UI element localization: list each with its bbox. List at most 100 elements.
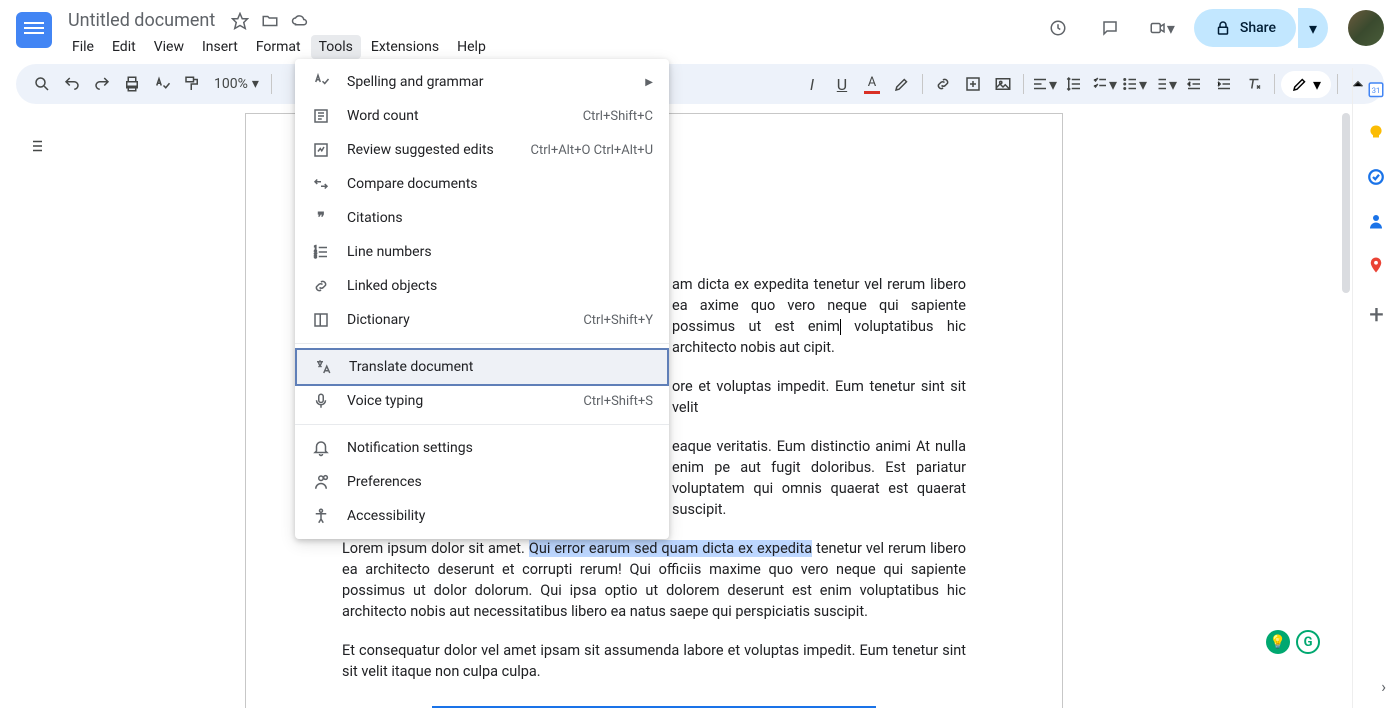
grammarly-suggest-icon[interactable]: 💡 <box>1266 630 1290 654</box>
print-icon[interactable] <box>118 70 146 98</box>
spellcheck-icon <box>311 72 331 92</box>
underline-icon[interactable]: U <box>828 70 856 98</box>
insert-link-icon[interactable] <box>929 70 957 98</box>
menu-shortcut: Ctrl+Shift+S <box>583 394 653 409</box>
tools-line-numbers[interactable]: 123 Line numbers <box>295 235 669 269</box>
mic-icon <box>311 391 331 411</box>
tools-accessibility[interactable]: Accessibility <box>295 499 669 533</box>
history-icon[interactable] <box>1038 8 1078 48</box>
lock-icon <box>1214 19 1232 37</box>
menu-tools[interactable]: Tools <box>311 35 361 59</box>
menu-view[interactable]: View <box>146 35 192 59</box>
scrollbar-thumb[interactable] <box>1342 113 1350 293</box>
line-spacing-icon[interactable] <box>1060 70 1088 98</box>
menu-insert[interactable]: Insert <box>194 35 246 59</box>
cloud-status-icon[interactable] <box>291 12 309 30</box>
menu-shortcut: Ctrl+Shift+Y <box>583 313 653 328</box>
preferences-icon <box>311 472 331 492</box>
outline-toggle-icon[interactable] <box>18 128 54 164</box>
text-color-icon[interactable]: A <box>858 70 886 98</box>
add-comment-icon[interactable] <box>959 70 987 98</box>
menu-label: Translate document <box>349 359 651 375</box>
spellcheck-icon[interactable] <box>148 70 176 98</box>
doc-text[interactable]: Lorem ipsum dolor sit amet. <box>342 540 529 557</box>
menu-help[interactable]: Help <box>449 35 494 59</box>
submenu-chevron-icon: ▶ <box>645 77 653 88</box>
align-icon[interactable]: ▾ <box>1030 70 1058 98</box>
redo-icon[interactable] <box>88 70 116 98</box>
doc-text[interactable]: Et consequatur dolor vel amet ipsam sit … <box>342 640 966 682</box>
app-header: Untitled document File Edit View Insert … <box>0 0 1400 64</box>
checklist-icon[interactable]: ▾ <box>1090 70 1118 98</box>
linenumbers-icon: 123 <box>311 242 331 262</box>
meet-icon[interactable]: ▾ <box>1142 8 1182 48</box>
menu-shortcut: Ctrl+Alt+O Ctrl+Alt+U <box>531 143 653 158</box>
translate-icon <box>313 357 333 377</box>
editing-mode-button[interactable]: ▾ <box>1281 71 1331 98</box>
header-mid: Untitled document File Edit View Insert … <box>64 8 1038 59</box>
menu-label: Compare documents <box>347 176 653 192</box>
keep-app-icon[interactable] <box>1367 124 1387 144</box>
search-icon[interactable] <box>28 70 56 98</box>
docs-logo-icon[interactable] <box>16 12 52 48</box>
citations-icon: ❞ <box>311 208 331 228</box>
tools-preferences[interactable]: Preferences <box>295 465 669 499</box>
bell-icon <box>311 438 331 458</box>
move-icon[interactable] <box>261 12 279 30</box>
paint-format-icon[interactable] <box>178 70 206 98</box>
tools-citations[interactable]: ❞ Citations <box>295 201 669 235</box>
document-title[interactable]: Untitled document <box>64 8 219 33</box>
menu-label: Citations <box>347 210 653 226</box>
indent-decrease-icon[interactable] <box>1180 70 1208 98</box>
tools-translate[interactable]: Translate document <box>295 348 669 386</box>
menu-format[interactable]: Format <box>248 35 309 59</box>
get-addons-icon[interactable]: + <box>1369 300 1384 330</box>
italic-icon[interactable]: I <box>798 70 826 98</box>
menu-separator <box>295 424 669 425</box>
tools-voice-typing[interactable]: Voice typing Ctrl+Shift+S <box>295 384 669 418</box>
star-icon[interactable] <box>231 12 249 30</box>
user-avatar[interactable] <box>1348 10 1384 46</box>
share-button[interactable]: Share <box>1194 9 1296 47</box>
vertical-scrollbar[interactable] <box>1340 113 1352 293</box>
tools-review-edits[interactable]: Review suggested edits Ctrl+Alt+O Ctrl+A… <box>295 133 669 167</box>
dictionary-icon <box>311 310 331 330</box>
grammarly-icon[interactable]: G <box>1296 630 1320 654</box>
menu-edit[interactable]: Edit <box>104 35 144 59</box>
maps-app-icon[interactable] <box>1367 256 1387 276</box>
comment-icon[interactable] <box>1090 8 1130 48</box>
numbered-list-icon[interactable]: ▾ <box>1150 70 1178 98</box>
menu-file[interactable]: File <box>64 35 102 59</box>
clear-format-icon[interactable] <box>1240 70 1268 98</box>
highlight-icon[interactable] <box>888 70 916 98</box>
menu-extensions[interactable]: Extensions <box>363 35 447 59</box>
indent-increase-icon[interactable] <box>1210 70 1238 98</box>
undo-icon[interactable] <box>58 70 86 98</box>
menu-label: Preferences <box>347 474 653 490</box>
header-right: ▾ Share ▾ <box>1038 8 1384 48</box>
menu-label: Linked objects <box>347 278 653 294</box>
tools-dropdown: Spelling and grammar ▶ Word count Ctrl+S… <box>295 59 669 539</box>
compare-icon <box>311 174 331 194</box>
title-row: Untitled document <box>64 8 1038 33</box>
tools-notifications[interactable]: Notification settings <box>295 431 669 465</box>
menu-separator <box>295 343 669 344</box>
tools-linked-objects[interactable]: Linked objects <box>295 269 669 303</box>
calendar-app-icon[interactable]: 31 <box>1367 80 1387 100</box>
tools-word-count[interactable]: Word count Ctrl+Shift+C <box>295 99 669 133</box>
zoom-select[interactable]: 100% ▾ <box>208 76 265 92</box>
menu-shortcut: Ctrl+Shift+C <box>583 109 653 124</box>
hide-side-panel-icon[interactable]: › <box>1381 677 1386 696</box>
tools-compare[interactable]: Compare documents <box>295 167 669 201</box>
menu-bar: File Edit View Insert Format Tools Exten… <box>64 35 1038 59</box>
insert-image-icon[interactable] <box>989 70 1017 98</box>
tools-spelling[interactable]: Spelling and grammar ▶ <box>295 65 669 99</box>
share-dropdown-caret[interactable]: ▾ <box>1298 8 1328 48</box>
svg-text:31: 31 <box>1371 86 1379 95</box>
selected-text[interactable]: Qui error earum sed quam dicta ex expedi… <box>529 540 812 557</box>
tools-dictionary[interactable]: Dictionary Ctrl+Shift+Y <box>295 303 669 337</box>
bulleted-list-icon[interactable]: ▾ <box>1120 70 1148 98</box>
contacts-app-icon[interactable] <box>1367 212 1387 232</box>
tasks-app-icon[interactable] <box>1367 168 1387 188</box>
left-gutter <box>18 128 54 164</box>
